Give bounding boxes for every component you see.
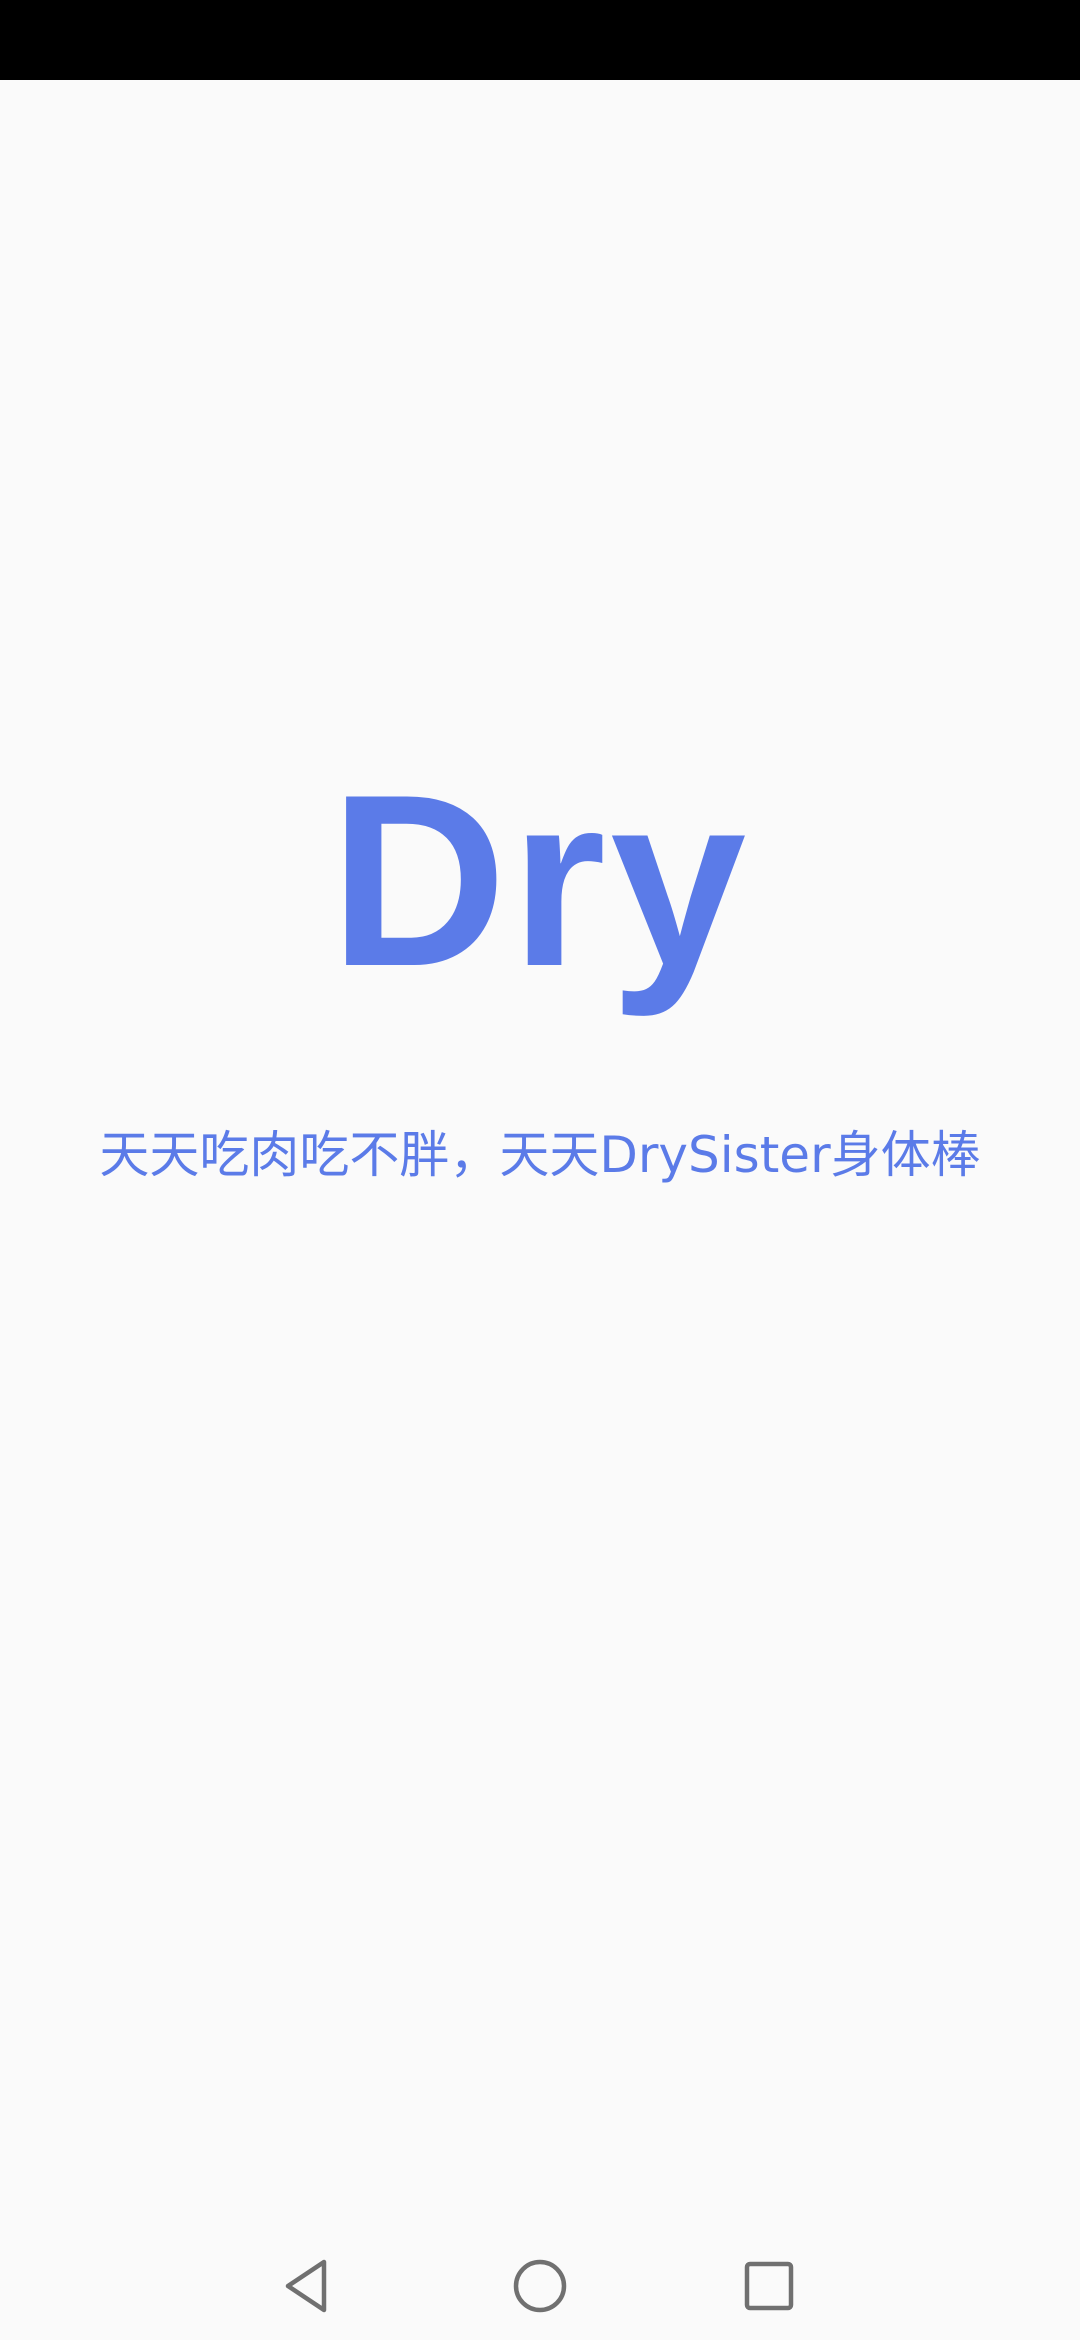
app-slogan: 天天吃肉吃不胖，天天DrySister身体棒 [99, 1126, 981, 1184]
home-circle-icon [513, 2259, 567, 2313]
back-button[interactable] [272, 2250, 344, 2322]
splash-screen: Dry 天天吃肉吃不胖，天天DrySister身体棒 [0, 80, 1080, 2230]
app-logo-text: Dry [329, 743, 751, 1017]
back-triangle-icon [285, 2259, 327, 2313]
recent-apps-square-icon [744, 2261, 794, 2311]
home-button[interactable] [504, 2250, 576, 2322]
recent-apps-button[interactable] [733, 2250, 805, 2322]
status-bar [0, 0, 1080, 80]
system-navigation-bar [0, 2230, 1080, 2340]
